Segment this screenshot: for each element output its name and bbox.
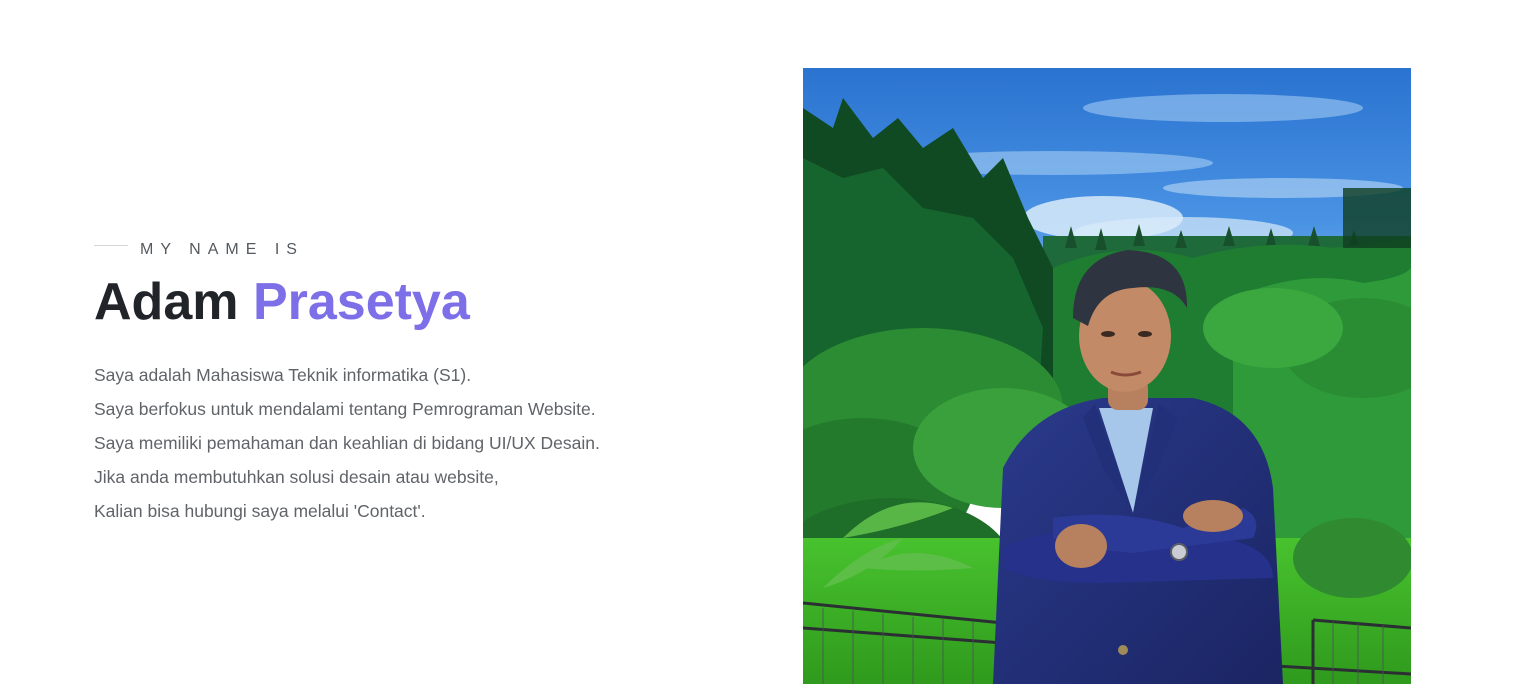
bio-line: Kalian bisa hubungi saya melalui 'Contac…: [94, 501, 426, 521]
bio-line: Jika anda membutuhkan solusi desain atau…: [94, 467, 499, 487]
intro-block: MY NAME IS Adam Prasetya Saya adalah Mah…: [94, 236, 694, 528]
page-title: Adam Prasetya: [94, 272, 694, 332]
eyebrow-divider: [94, 244, 128, 246]
bio-line: Saya berfokus untuk mendalami tentang Pe…: [94, 399, 596, 419]
bio-line: Saya memiliki pemahaman dan keahlian di …: [94, 433, 600, 453]
bio-line: Saya adalah Mahasiswa Teknik informatika…: [94, 365, 472, 385]
eyebrow: MY NAME IS: [94, 236, 694, 264]
eyebrow-label: MY NAME IS: [140, 241, 304, 258]
name-last: Prasetya: [252, 273, 470, 331]
hero-section: MY NAME IS Adam Prasetya Saya adalah Mah…: [0, 0, 1517, 697]
bio-text: Saya adalah Mahasiswa Teknik informatika…: [94, 358, 694, 528]
name-first: Adam: [94, 273, 239, 331]
profile-photo: [803, 68, 1411, 684]
